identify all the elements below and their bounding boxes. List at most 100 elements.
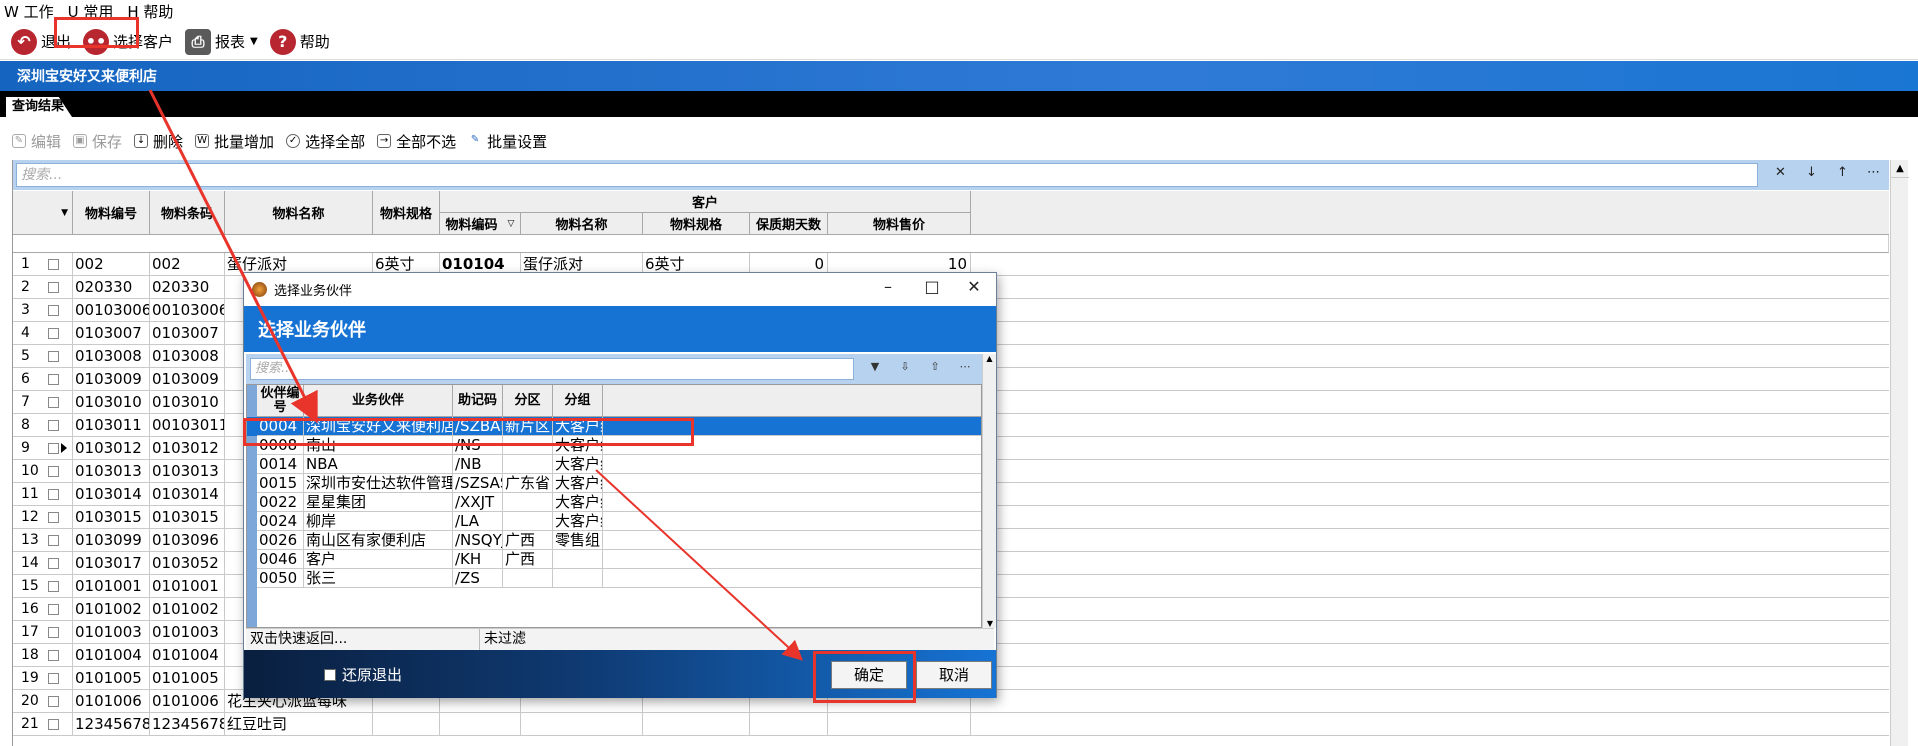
cell-barcode[interactable]: 002	[150, 253, 225, 276]
select-all-button[interactable]: ✓ 选择全部	[286, 131, 365, 152]
row-checkbox[interactable]	[48, 558, 59, 569]
row-number[interactable]: 20	[13, 690, 73, 713]
row-checkbox[interactable]	[48, 466, 59, 477]
partner-row[interactable]: 0024柳岸/LA 大客户组	[247, 512, 981, 531]
row-checkbox[interactable]	[48, 305, 59, 316]
partner-row[interactable]: 0022星星集团/XXJT 大客户组	[247, 493, 981, 512]
cell-code[interactable]: 020330	[73, 276, 150, 299]
col-material-barcode[interactable]: 物料条码	[150, 191, 225, 235]
cell-barcode[interactable]: 020330	[150, 276, 225, 299]
main-vertical-scrollbar[interactable]: ▲	[1890, 160, 1909, 746]
row-number[interactable]: 1	[13, 253, 73, 276]
cell-code[interactable]: 002	[73, 253, 150, 276]
cell-barcode[interactable]: 0101003	[150, 621, 225, 644]
cell-code[interactable]: 1234567891	[73, 713, 150, 736]
cell-code[interactable]: 0103007	[73, 322, 150, 345]
col-partner-no[interactable]: 伙伴编号	[257, 385, 304, 417]
cell-code[interactable]: 0103013	[73, 460, 150, 483]
col-region[interactable]: 分区	[503, 385, 553, 417]
cell-code[interactable]: 00103006	[73, 299, 150, 322]
dialog-vertical-scrollbar[interactable]: ▲ ▼	[982, 354, 996, 628]
arrow-down-icon[interactable]: ⇩	[890, 360, 920, 373]
row-number[interactable]: 12	[13, 506, 73, 529]
scroll-down-icon[interactable]: ▼	[983, 619, 997, 628]
cell-c-spec[interactable]	[643, 713, 750, 736]
row-number[interactable]: 21	[13, 713, 73, 736]
partner-row[interactable]: 0014NBA/NB 大客户组	[247, 455, 981, 474]
row-checkbox[interactable]	[48, 535, 59, 546]
row-number[interactable]: 19	[13, 667, 73, 690]
delete-button[interactable]: ↓ 删除	[134, 131, 183, 152]
col-customer-material-code[interactable]: 物料编码 ▽	[440, 213, 521, 235]
cell-barcode[interactable]: 0101002	[150, 598, 225, 621]
cell-code[interactable]: 0101004	[73, 644, 150, 667]
row-checkbox[interactable]	[48, 374, 59, 385]
cell-barcode[interactable]: 0103052	[150, 552, 225, 575]
cell-c-price[interactable]	[828, 713, 971, 736]
report-button[interactable]: ⎙ 报表 ▼	[180, 27, 263, 57]
deselect-all-button[interactable]: → 全部不选	[377, 131, 456, 152]
cell-code[interactable]: 0103017	[73, 552, 150, 575]
menu-work[interactable]: W 工作	[4, 1, 54, 22]
row-checkbox[interactable]	[48, 259, 59, 270]
more-icon[interactable]: ⋯	[1858, 165, 1889, 180]
col-partner-name[interactable]: 业务伙伴	[304, 385, 453, 417]
row-number[interactable]: 14	[13, 552, 73, 575]
cell-code[interactable]: 0103010	[73, 391, 150, 414]
cell-code[interactable]: 0103011	[73, 414, 150, 437]
row-checkbox[interactable]	[48, 489, 59, 500]
row-number[interactable]: 18	[13, 644, 73, 667]
row-checkbox[interactable]	[48, 420, 59, 431]
row-checkbox[interactable]	[48, 443, 59, 454]
row-checkbox[interactable]	[48, 282, 59, 293]
cell-name[interactable]: 红豆吐司	[225, 713, 373, 736]
cell-code[interactable]: 0101006	[73, 690, 150, 713]
tab-query-results[interactable]: 查询结果	[6, 97, 72, 117]
cell-code[interactable]: 0103014	[73, 483, 150, 506]
cell-code[interactable]: 0103015	[73, 506, 150, 529]
batch-settings-button[interactable]: ✎ 批量设置	[468, 131, 547, 152]
partner-row[interactable]: 0050 张三/ZS	[247, 569, 981, 588]
cell-barcode[interactable]: 0103007	[150, 322, 225, 345]
cell-barcode[interactable]: 0101005	[150, 667, 225, 690]
maximize-icon[interactable]: □	[920, 277, 944, 296]
row-number[interactable]: 17	[13, 621, 73, 644]
cell-code[interactable]: 0101002	[73, 598, 150, 621]
minimize-icon[interactable]: –	[876, 277, 900, 296]
row-selector-header[interactable]: ▼	[13, 191, 73, 235]
partner-row[interactable]: 0046 客户/KH 广西	[247, 550, 981, 569]
cell-barcode[interactable]: 0103013	[150, 460, 225, 483]
row-number[interactable]: 3	[13, 299, 73, 322]
row-checkbox[interactable]	[48, 627, 59, 638]
cell-c-code[interactable]	[440, 713, 521, 736]
more-icon[interactable]: ⋯	[950, 360, 980, 373]
funnel-icon[interactable]: ▼	[860, 360, 890, 373]
col-customer-material-name[interactable]: 物料名称	[521, 213, 643, 235]
col-material-code[interactable]: 物料编号	[73, 191, 150, 235]
scroll-up-icon[interactable]: ▲	[983, 354, 996, 363]
col-mnemonic[interactable]: 助记码	[453, 385, 503, 417]
cell-spec[interactable]	[373, 713, 440, 736]
col-customer-material-spec[interactable]: 物料规格	[643, 213, 750, 235]
row-number[interactable]: 2	[13, 276, 73, 299]
partner-row[interactable]: 0026南山区有家便利店/NSQYJI广西零售组	[247, 531, 981, 550]
col-material-name[interactable]: 物料名称	[225, 191, 373, 235]
col-customer-price[interactable]: 物料售价	[828, 213, 971, 235]
cell-barcode[interactable]: 0103014	[150, 483, 225, 506]
cell-barcode[interactable]: 1234567891	[150, 713, 225, 736]
cell-code[interactable]: 0101005	[73, 667, 150, 690]
row-checkbox[interactable]	[48, 581, 59, 592]
cancel-button[interactable]: 取消	[916, 661, 992, 689]
cell-barcode[interactable]: 0103010	[150, 391, 225, 414]
row-number[interactable]: 8	[13, 414, 73, 437]
row-number[interactable]: 15	[13, 575, 73, 598]
cell-code[interactable]: 0101003	[73, 621, 150, 644]
edit-button[interactable]: ✎ 编辑	[12, 131, 61, 152]
cell-code[interactable]: 0103012	[73, 437, 150, 460]
scroll-up-icon[interactable]: ▲	[1891, 160, 1909, 178]
row-checkbox[interactable]	[48, 512, 59, 523]
partner-row[interactable]: 0015深圳市安仕达软件管理有限/SZSASI广东省大客户组	[247, 474, 981, 493]
cell-barcode[interactable]: 0103008	[150, 345, 225, 368]
row-number[interactable]: 10	[13, 460, 73, 483]
col-customer-shelf-life[interactable]: 保质期天数	[750, 213, 828, 235]
